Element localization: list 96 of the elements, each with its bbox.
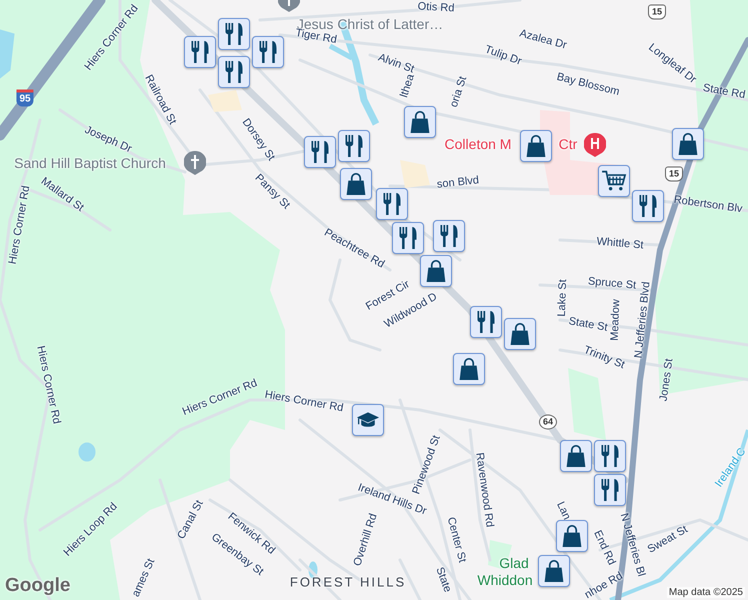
restaurant-marker[interactable] [252, 36, 284, 68]
google-logo: Google [5, 575, 70, 597]
fork-knife-icon [342, 134, 366, 158]
street-label: ames St [130, 557, 158, 599]
street-label: State [433, 566, 453, 594]
street-label: Hiers Corner Rd [34, 345, 62, 425]
shopping-marker[interactable] [560, 440, 592, 472]
street-label: Meadow [610, 299, 622, 341]
shopping-bag-icon [560, 524, 584, 548]
route-shield: 95 [16, 90, 34, 106]
place-label: Sand Hill Baptist Church [14, 156, 166, 170]
fork-knife-icon [438, 224, 460, 248]
commercial-area [400, 160, 430, 188]
restaurant-marker[interactable] [632, 190, 664, 222]
graduation-cap-icon [356, 410, 380, 430]
shopping-bag-icon [408, 110, 432, 134]
restaurant-marker[interactable] [184, 36, 216, 68]
shopping-bag-icon [344, 172, 368, 196]
shopping-bag-icon [424, 259, 448, 283]
park-label: Whiddon [477, 573, 533, 587]
shopping-cart-icon [601, 169, 627, 193]
restaurant-marker[interactable] [392, 222, 424, 254]
fork-knife-icon [308, 140, 332, 164]
shopping-bag-icon [458, 357, 480, 381]
street-label: Ravenwood Rd [473, 452, 495, 528]
fork-knife-icon [222, 22, 246, 46]
church-icon [184, 151, 206, 175]
restaurant-marker[interactable] [433, 220, 465, 252]
restaurant-marker[interactable] [470, 306, 502, 338]
street-label: Lan [554, 500, 572, 522]
shopping-marker[interactable] [556, 520, 588, 552]
street-label: End Rd [591, 529, 617, 567]
shopping-bag-icon [508, 322, 532, 346]
street-label: Hiers Corner Rd [181, 378, 259, 418]
hospital-label: Colleton M [444, 137, 512, 151]
park-label: Glad [499, 556, 529, 570]
grocery-marker[interactable] [598, 165, 630, 197]
fork-knife-icon [256, 40, 280, 64]
restaurant-marker[interactable] [594, 474, 626, 506]
lake [0, 29, 15, 80]
street-label: Canal St [176, 498, 206, 542]
street-label: Bay Blossom [556, 72, 620, 98]
restaurant-marker[interactable] [218, 18, 250, 50]
shopping-bag-icon [542, 559, 566, 583]
street-label: Overhill Rd [352, 512, 380, 568]
fork-knife-icon [598, 444, 622, 468]
map-attribution: Map data ©2025 [666, 587, 745, 598]
pond [78, 442, 96, 462]
street-label: Otis Rd [417, 2, 455, 14]
fork-knife-icon [474, 310, 498, 334]
street-label: oria St [448, 75, 470, 109]
shopping-bag-icon [564, 444, 588, 468]
street-label: nhoe Rd [583, 570, 625, 600]
street-label: Hiers Corner Rd [8, 184, 32, 266]
fork-knife-icon [396, 226, 420, 250]
wooded-area [568, 368, 606, 440]
street-label: Lake St [556, 279, 570, 317]
school-marker[interactable] [352, 404, 384, 436]
restaurant-marker[interactable] [338, 130, 370, 162]
fork-knife-icon [222, 60, 246, 84]
street-label: State Rd [702, 82, 746, 102]
restaurant-marker[interactable] [304, 136, 336, 168]
shopping-bag-icon [676, 132, 700, 156]
neighborhood-label: FOREST HILLS [290, 576, 406, 588]
shopping-marker[interactable] [520, 130, 552, 162]
street-label: Tiger Rd [294, 28, 338, 46]
shopping-marker[interactable] [420, 255, 452, 287]
hospital-icon [584, 133, 606, 157]
fork-knife-icon [188, 40, 212, 64]
fork-knife-icon [636, 194, 660, 218]
street-label: State St [568, 316, 608, 334]
route-shield: 15 [648, 4, 666, 20]
restaurant-marker[interactable] [376, 188, 408, 220]
fork-knife-icon [598, 478, 622, 502]
fork-knife-icon [380, 192, 404, 216]
street-label: Center St [444, 516, 468, 564]
shopping-marker[interactable] [538, 555, 570, 587]
shopping-marker[interactable] [404, 106, 436, 138]
shopping-marker[interactable] [453, 353, 485, 385]
street-label: Robertson Blv [673, 194, 743, 216]
street-label: Jones St [658, 358, 676, 402]
shopping-marker[interactable] [504, 318, 536, 350]
street-label: son Blvd [436, 175, 480, 191]
street-label: Whittle St [596, 236, 644, 252]
street-label: Spruce St [587, 276, 637, 292]
restaurant-marker[interactable] [594, 440, 626, 472]
route-shield: 64 [539, 414, 557, 430]
hospital-label: Ctr [558, 137, 578, 151]
shopping-marker[interactable] [340, 168, 372, 200]
route-shield: 15 [665, 166, 683, 182]
restaurant-marker[interactable] [218, 56, 250, 88]
shopping-marker[interactable] [672, 128, 704, 160]
street-label: Hiers Corner Rd [264, 390, 344, 414]
commercial-area [208, 90, 242, 112]
street-label: Trinity St [582, 344, 626, 372]
shopping-bag-icon [524, 134, 548, 158]
